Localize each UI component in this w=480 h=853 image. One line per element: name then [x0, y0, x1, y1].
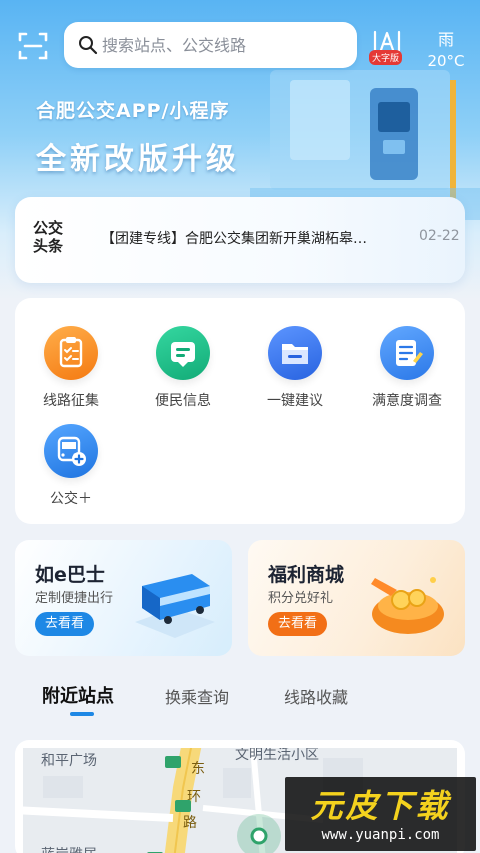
- bus-stop-icon[interactable]: [175, 800, 191, 812]
- search-bar[interactable]: [64, 22, 357, 68]
- service-label: 一键建议: [267, 393, 323, 409]
- map-label: 和平广场: [41, 753, 97, 769]
- news-date: 02-22: [419, 228, 460, 244]
- service-label: 满意度调查: [372, 393, 442, 409]
- search-icon: [79, 36, 98, 55]
- weather-condition: 雨: [437, 30, 454, 49]
- tab-nearby-stops[interactable]: 附近站点: [42, 682, 114, 708]
- big-font-mode-button[interactable]: 大字版: [368, 30, 408, 66]
- service-route-collection[interactable]: 线路征集: [15, 326, 127, 416]
- gift-box-icon: [371, 577, 444, 634]
- service-public-info[interactable]: 便民信息: [127, 326, 239, 416]
- promo-go-button[interactable]: 去看看: [268, 612, 328, 636]
- service-label: 线路征集: [43, 393, 99, 409]
- map-label: 路: [183, 815, 197, 831]
- clipboard-icon: [44, 326, 98, 380]
- promo-title: 如e巴士: [35, 564, 105, 586]
- tab-bar: 附近站点 换乘查询 线路收藏: [0, 674, 480, 720]
- promo-title: 福利商城: [268, 564, 345, 586]
- watermark: 元皮下载 www.yuanpi.com: [285, 777, 476, 851]
- watermark-title: 元皮下载: [310, 787, 451, 825]
- active-tab-indicator: [70, 712, 94, 716]
- service-satisfaction-survey[interactable]: 满意度调查: [351, 326, 463, 416]
- current-location-icon[interactable]: [235, 812, 283, 853]
- font-size-icon: [373, 30, 401, 52]
- news-logo-line2: 头条: [33, 237, 64, 255]
- bus-plus-icon: [44, 424, 98, 478]
- service-grid: 线路征集 便民信息 一键建议 满意度调查 公交＋: [15, 298, 465, 524]
- tab-transfer-query[interactable]: 换乘查询: [165, 684, 229, 708]
- promo-welfare-mall[interactable]: 福利商城 积分兑好礼 去看看: [248, 540, 465, 656]
- folder-icon: [268, 326, 322, 380]
- bus-icon: [135, 574, 215, 638]
- service-bus-plus[interactable]: 公交＋: [15, 424, 127, 514]
- promo-ruebus[interactable]: 如e巴士 定制便捷出行 去看看: [15, 540, 232, 656]
- service-suggestion[interactable]: 一键建议: [239, 326, 351, 416]
- news-headline[interactable]: 【团建专线】合肥公交集团新开巢湖柘皋…: [101, 228, 391, 248]
- big-font-badge: 大字版: [369, 50, 403, 65]
- service-label: 便民信息: [155, 393, 211, 409]
- bus-stop-icon[interactable]: [165, 756, 181, 768]
- message-icon: [156, 326, 210, 380]
- promo-go-button[interactable]: 去看看: [35, 612, 95, 636]
- search-input[interactable]: [102, 35, 342, 55]
- promo-subtitle: 积分兑好礼: [268, 591, 334, 606]
- survey-icon: [380, 326, 434, 380]
- map-label: 蓝岸雅居: [41, 844, 97, 853]
- hero-subtitle: 全新改版升级: [36, 142, 240, 177]
- tab-route-favorites[interactable]: 线路收藏: [284, 684, 348, 708]
- watermark-url: www.yuanpi.com: [321, 827, 440, 843]
- map-label: 东: [191, 761, 205, 777]
- service-label: 公交＋: [50, 491, 92, 507]
- scan-icon[interactable]: [18, 31, 48, 61]
- weather-temperature: 20°C: [427, 52, 465, 70]
- hero-title: 合肥公交APP/小程序: [36, 100, 230, 122]
- news-logo: 公交 头条: [33, 219, 69, 255]
- promo-subtitle: 定制便捷出行: [35, 591, 114, 606]
- news-ticker[interactable]: 公交 头条 【团建专线】合肥公交集团新开巢湖柘皋… 02-22: [15, 197, 465, 283]
- map-label: 文明生活小区: [235, 748, 319, 763]
- news-logo-line1: 公交: [33, 219, 64, 237]
- weather-widget: 雨 20°C: [420, 26, 472, 70]
